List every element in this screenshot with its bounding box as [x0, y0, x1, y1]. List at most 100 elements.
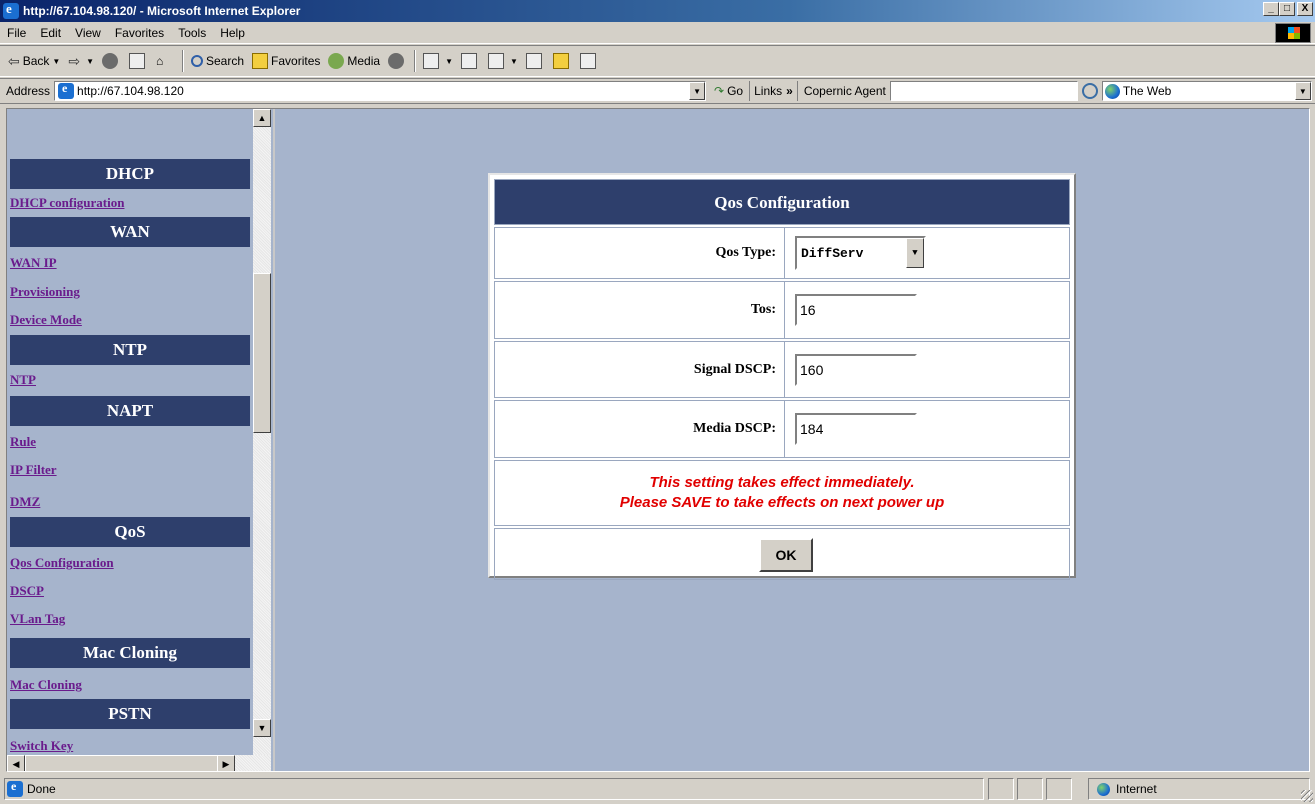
- go-button[interactable]: ↷ Go: [706, 84, 749, 98]
- status-bar: Done Internet: [0, 776, 1315, 804]
- minimize-button[interactable]: _: [1263, 2, 1279, 16]
- print-button[interactable]: [457, 49, 484, 73]
- qos-configuration-form: Qos Configuration Qos Type: DiffServ ▼ T…: [488, 173, 1076, 580]
- links-toolbar[interactable]: Links »: [749, 81, 797, 101]
- messenger-icon: [552, 53, 569, 69]
- scroll-left-button[interactable]: ◀: [7, 755, 25, 771]
- nav-header-ntp: NTP: [10, 335, 250, 365]
- home-button[interactable]: ⌂: [152, 49, 179, 73]
- nav-link-wan-ip[interactable]: WAN IP: [10, 255, 57, 271]
- signal-dscp-field: 160: [795, 353, 917, 386]
- back-label: Back: [22, 54, 50, 68]
- scroll-down-button[interactable]: ▼: [253, 719, 271, 737]
- tos-input[interactable]: 16: [795, 294, 917, 326]
- media-dscp-row: Media DSCP: 184: [494, 400, 1070, 458]
- search-icon[interactable]: [1081, 83, 1098, 99]
- page-icon: [58, 81, 75, 99]
- search-button[interactable]: Search: [187, 49, 248, 73]
- search-scope-dropdown-button[interactable]: ▼: [1294, 82, 1311, 100]
- nav-link-dhcp-configuration[interactable]: DHCP configuration: [10, 195, 124, 211]
- nav-link-qos-configuration[interactable]: Qos Configuration: [10, 555, 114, 571]
- discuss-button[interactable]: [522, 49, 549, 73]
- close-button[interactable]: X: [1297, 2, 1313, 16]
- qos-type-select[interactable]: DiffServ ▼: [795, 236, 926, 270]
- chevron-down-icon[interactable]: ▼: [906, 238, 924, 268]
- nav-link-provisioning[interactable]: Provisioning: [10, 284, 80, 300]
- discuss-icon: [525, 53, 542, 69]
- menu-view[interactable]: View: [68, 26, 108, 40]
- vertical-scrollbar[interactable]: ▲ ▼: [253, 109, 271, 755]
- maximize-button[interactable]: □: [1279, 2, 1295, 16]
- security-zone: Internet: [1088, 778, 1310, 800]
- nav-link-dscp[interactable]: DSCP: [10, 583, 44, 599]
- scroll-up-button[interactable]: ▲: [253, 109, 271, 127]
- media-button[interactable]: Media: [324, 49, 384, 73]
- search-label: Search: [206, 54, 245, 68]
- chevron-down-icon: ▼: [510, 56, 518, 66]
- address-label: Address: [6, 84, 51, 98]
- nav-header-pstn: PSTN: [10, 699, 250, 729]
- globe-icon: [1104, 83, 1120, 99]
- status-cell: [1046, 778, 1072, 800]
- nav-link-ntp[interactable]: NTP: [10, 372, 36, 388]
- links-label: Links: [754, 84, 783, 98]
- notice-message: This setting takes effect immediately. P…: [494, 460, 1070, 526]
- toolbar-separator: [182, 50, 184, 72]
- tos-row: Tos: 16: [494, 281, 1070, 339]
- stop-button[interactable]: [98, 49, 125, 73]
- home-icon: ⌂: [156, 54, 164, 68]
- stop-icon: [102, 53, 118, 69]
- nav-link-switch-key[interactable]: Switch Key: [10, 738, 73, 754]
- chevron-down-icon: ▼: [445, 56, 453, 66]
- copernic-search-input[interactable]: [889, 81, 1078, 101]
- search-scope-select[interactable]: The Web ▼: [1101, 81, 1312, 101]
- history-button[interactable]: [384, 49, 411, 73]
- favorites-button[interactable]: Favorites: [248, 49, 324, 73]
- address-bar: Address http://67.104.98.120 ▼ ↷ Go Link…: [0, 78, 1315, 104]
- nav-link-dmz[interactable]: DMZ: [10, 494, 40, 510]
- scroll-thumb[interactable]: [253, 273, 271, 433]
- nav-link-device-mode[interactable]: Device Mode: [10, 312, 82, 328]
- menu-file[interactable]: File: [0, 26, 33, 40]
- go-arrow-icon: ↷: [714, 84, 725, 98]
- nav-link-ip-filter[interactable]: IP Filter: [10, 462, 57, 478]
- zone-label: Internet: [1116, 782, 1157, 796]
- resize-grip-icon[interactable]: [1301, 790, 1313, 802]
- refresh-icon: [129, 53, 145, 69]
- nav-header-dhcp: DHCP: [10, 159, 250, 189]
- nav-link-rule[interactable]: Rule: [10, 434, 36, 450]
- page-content: DHCP DHCP configuration WAN WAN IP Provi…: [6, 108, 1310, 772]
- horizontal-scroll-thumb[interactable]: [25, 755, 225, 771]
- browser-window: http://67.104.98.120/ - Microsoft Intern…: [0, 0, 1315, 804]
- mail-button[interactable]: ▼: [419, 49, 457, 73]
- menu-favorites[interactable]: Favorites: [108, 26, 171, 40]
- qos-type-value: DiffServ: [801, 245, 864, 261]
- chevron-down-icon: ▼: [52, 56, 61, 66]
- edit-button[interactable]: ▼: [484, 49, 522, 73]
- refresh-button[interactable]: [125, 49, 152, 73]
- signal-dscp-row: Signal DSCP: 160: [494, 341, 1070, 398]
- research-button[interactable]: [576, 49, 603, 73]
- messenger-button[interactable]: [549, 49, 576, 73]
- menu-help[interactable]: Help: [213, 26, 252, 40]
- address-dropdown-button[interactable]: ▼: [689, 82, 706, 100]
- media-dscp-input[interactable]: 184: [795, 413, 917, 445]
- scroll-right-button[interactable]: ▶: [217, 755, 235, 771]
- forward-button[interactable]: ⇨ ▼: [64, 49, 98, 73]
- ok-row: OK: [494, 528, 1070, 580]
- back-button[interactable]: ⇦ Back ▼: [4, 49, 64, 73]
- horizontal-scrollbar[interactable]: ◀ ▶: [7, 755, 271, 771]
- ok-button[interactable]: OK: [759, 538, 813, 572]
- signal-dscp-input[interactable]: 160: [795, 353, 917, 386]
- forward-arrow-icon: ⇨: [68, 53, 81, 69]
- menu-edit[interactable]: Edit: [33, 26, 68, 40]
- address-input[interactable]: http://67.104.98.120 ▼: [54, 81, 707, 101]
- menu-bar: File Edit View Favorites Tools Help: [0, 22, 1315, 44]
- menu-tools[interactable]: Tools: [171, 26, 213, 40]
- window-title: http://67.104.98.120/ - Microsoft Intern…: [23, 4, 301, 18]
- back-arrow-icon: ⇦: [8, 53, 20, 69]
- nav-link-mac-cloning[interactable]: Mac Cloning: [10, 677, 82, 693]
- nav-link-vlan-tag[interactable]: VLan Tag: [10, 611, 65, 627]
- go-label: Go: [727, 84, 744, 98]
- word-icon: [488, 53, 504, 69]
